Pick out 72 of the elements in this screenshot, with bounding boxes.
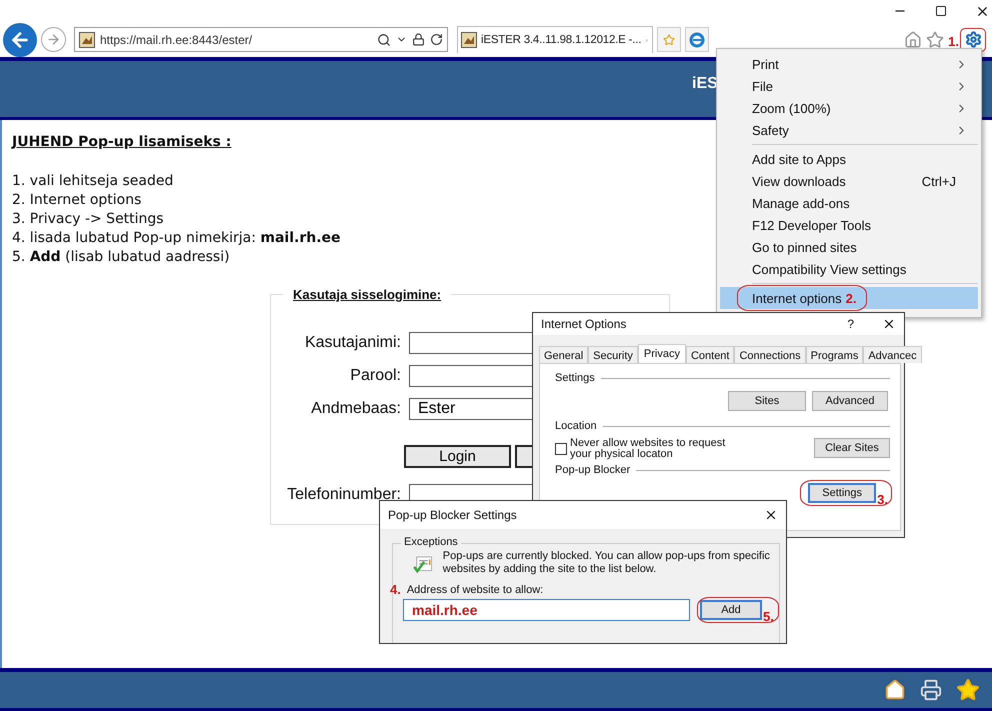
forward-button[interactable]: [41, 27, 66, 52]
dialog-title: Pop-up Blocker Settings: [388, 508, 518, 522]
address-input[interactable]: mail.rh.ee: [403, 599, 690, 621]
group-label: Exceptions: [401, 536, 461, 548]
field-label: Telefoninumber:: [286, 486, 401, 504]
dialog-button[interactable]: Sites: [728, 391, 806, 411]
guide-step: 2. Internet options: [12, 191, 142, 210]
dialog-tab[interactable]: Advancec: [863, 346, 922, 363]
guide-step: 5. Add (lisab lubatud aadressi): [12, 248, 230, 267]
address-field[interactable]: https://mail.rh.ee:8443/ester/: [74, 27, 448, 52]
field-label: Parool:: [349, 366, 401, 384]
menu-item[interactable]: Internet options 2.: [720, 287, 978, 309]
section-label: Pop-up Blocker: [555, 464, 630, 476]
menu-item[interactable]: F12 Developer Tools: [720, 214, 978, 236]
browser-tab[interactable]: iESTER 3.4..11.98.1.12012.E -...: [457, 26, 653, 53]
lock-icon: [412, 33, 425, 46]
dialog-tab[interactable]: Content: [686, 346, 734, 363]
menu-item[interactable]: Zoom (100%): [720, 97, 978, 119]
step-number: 3.: [877, 492, 888, 507]
step-number: 5.: [763, 609, 774, 624]
page-icon: [79, 32, 95, 48]
star-icon[interactable]: [926, 30, 944, 48]
menu-item[interactable]: Go to pinned sites: [720, 236, 978, 258]
login-button[interactable]: Login: [404, 445, 511, 468]
dialog-button[interactable]: Advanced: [812, 391, 888, 411]
guide-title: JUHEND Pop-up lisamiseks :: [12, 134, 232, 150]
checkbox-label: Never allow websites to request your physical locaton: [570, 438, 726, 460]
menu-item[interactable]: Manage add-ons: [720, 192, 978, 214]
menu-item[interactable]: Print: [720, 53, 978, 75]
guide-step: 3. Privacy -> Settings: [12, 210, 164, 229]
refresh-icon[interactable]: [430, 33, 443, 46]
maximize-icon[interactable]: [935, 5, 947, 17]
section-label: Settings: [555, 372, 595, 384]
forward-arrow-icon: [46, 32, 61, 47]
search-icon[interactable]: [377, 32, 391, 46]
browser-logo-button[interactable]: [685, 27, 709, 52]
menu-item[interactable]: File: [720, 75, 978, 97]
dialog-tab[interactable]: General: [539, 346, 588, 363]
menu-item[interactable]: Safety: [720, 119, 978, 141]
star-icon: [663, 34, 675, 46]
home-icon[interactable]: [904, 30, 922, 48]
star-icon[interactable]: [956, 678, 980, 702]
section-label: Location: [555, 420, 597, 432]
field-label: Andmebaas:: [310, 400, 401, 418]
step-number: 4.: [390, 582, 401, 597]
dialog-title: Internet Options: [541, 317, 628, 331]
menu-item[interactable]: Add site to Apps: [720, 148, 978, 170]
close-icon[interactable]: [882, 317, 896, 331]
settings-button[interactable]: Settings: [808, 483, 876, 503]
page-icon: [461, 32, 477, 48]
printer-icon[interactable]: [920, 679, 942, 701]
menu-item[interactable]: View downloads Ctrl+J: [720, 170, 978, 192]
login-legend: Kasutaja sisselogimine:: [283, 287, 452, 302]
help-icon[interactable]: ?: [847, 317, 854, 331]
guide-step: 4. lisada lubatud Pop-up nimekirja: mail.rh.ee: [12, 229, 341, 248]
menu-item[interactable]: Compatibility View settings: [720, 258, 978, 280]
dialog-tab[interactable]: Privacy: [638, 344, 686, 363]
field-label: Kasutajanimi:: [304, 334, 401, 352]
back-button[interactable]: [3, 22, 37, 56]
clear-sites-button[interactable]: Clear Sites: [814, 438, 890, 458]
dialog-tab[interactable]: Connections: [734, 346, 806, 363]
guide-step: 1. vali lehitseja seaded: [12, 172, 174, 191]
header-title: iES: [692, 75, 718, 93]
dialog-tab[interactable]: Programs: [806, 346, 864, 363]
step-number: 1.: [948, 35, 959, 48]
close-icon[interactable]: [764, 508, 778, 522]
info-text: Pop-ups are currently blocked. You can allow pop-ups from specific websites by adding the site to the list below.: [442, 550, 771, 577]
field-label: Address of website to allow:: [406, 584, 544, 596]
dialog-tab[interactable]: Security: [588, 346, 638, 363]
checkbox[interactable]: [555, 443, 567, 455]
add-button[interactable]: Add: [700, 600, 762, 620]
home-icon[interactable]: [884, 679, 906, 701]
